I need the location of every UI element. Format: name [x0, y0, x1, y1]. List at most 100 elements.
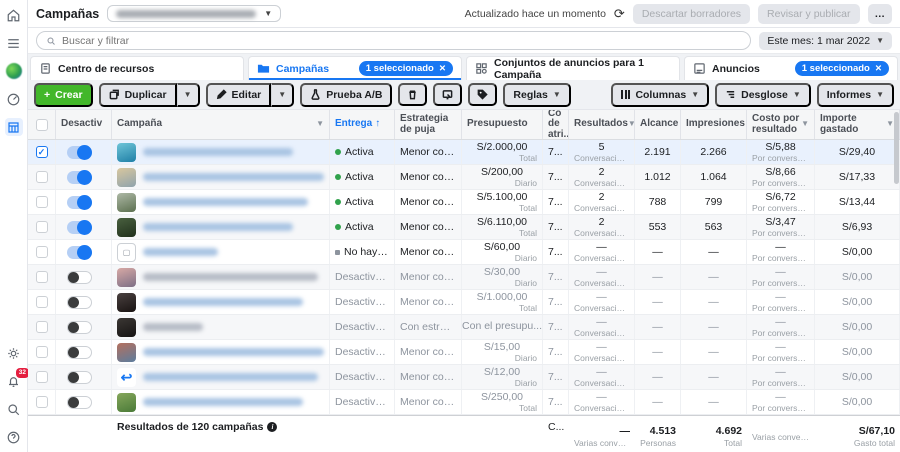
- home-icon[interactable]: [5, 6, 23, 24]
- duplicate-dropdown[interactable]: ▼: [176, 82, 200, 107]
- header-amount-spent[interactable]: Importe gastado ▼: [815, 110, 900, 139]
- campaign-toggle[interactable]: [67, 320, 92, 334]
- campaign-cell[interactable]: [112, 165, 330, 189]
- clear-selection-icon[interactable]: ✕: [875, 63, 882, 74]
- campaign-cell[interactable]: ▢: [112, 240, 330, 264]
- campaign-cell[interactable]: [112, 265, 330, 289]
- table-row[interactable]: ▢ No hay anuncios Menor costo S/60,00Dia…: [28, 240, 900, 265]
- header-campaign[interactable]: Campaña ▼: [112, 110, 330, 139]
- scrollbar-thumb[interactable]: [894, 112, 899, 184]
- breakdown-button[interactable]: Desglose ▼: [715, 82, 811, 107]
- info-icon[interactable]: i: [267, 422, 278, 432]
- table-row[interactable]: Activa Menor costo S/6.110,00 Total 7... …: [28, 215, 900, 240]
- table-row[interactable]: Desactivado Con estrategia ... Con el pr…: [28, 315, 900, 340]
- campaign-cell[interactable]: [112, 315, 330, 339]
- row-checkbox[interactable]: [35, 396, 48, 408]
- edit-dropdown[interactable]: ▼: [271, 82, 295, 107]
- header-reach[interactable]: Alcance▼: [635, 110, 681, 139]
- edit-button[interactable]: Editar: [205, 82, 272, 107]
- campaign-toggle[interactable]: [67, 395, 92, 409]
- columns-button[interactable]: Columnas ▼: [611, 82, 710, 107]
- row-checkbox[interactable]: [35, 371, 48, 383]
- campaign-toggle[interactable]: [67, 295, 92, 309]
- more-options-button[interactable]: …: [867, 3, 892, 24]
- header-budget[interactable]: Presupuesto: [462, 110, 543, 139]
- create-button[interactable]: + Crear: [34, 82, 93, 107]
- tab-campaigns[interactable]: Campañas 1 seleccionado ✕: [248, 56, 462, 80]
- campaign-cell[interactable]: [112, 140, 330, 164]
- search-rail-icon[interactable]: [5, 400, 23, 418]
- row-checkbox[interactable]: [35, 246, 48, 258]
- header-toggle[interactable]: Desactiv: [56, 110, 112, 139]
- clear-selection-icon[interactable]: ✕: [439, 63, 446, 74]
- campaign-toggle[interactable]: [67, 144, 92, 160]
- header-cost-per-result[interactable]: Costo por resultado ▼: [747, 110, 815, 139]
- row-checkbox[interactable]: [35, 196, 48, 208]
- table-row[interactable]: Activa Menor costo S/5.100,00 Total 7... …: [28, 190, 900, 215]
- menu-icon[interactable]: [5, 34, 23, 52]
- header-results[interactable]: Resultados▼: [569, 110, 635, 139]
- campaign-toggle[interactable]: [67, 169, 92, 185]
- preview-button[interactable]: [433, 83, 463, 106]
- select-all-checkbox[interactable]: [35, 118, 48, 131]
- rules-button[interactable]: Reglas ▼: [503, 82, 571, 107]
- header-impressions[interactable]: Impresiones▼: [681, 110, 747, 139]
- table-row[interactable]: Activa Menor costo S/200,00 Diario 7... 2…: [28, 165, 900, 190]
- account-selector[interactable]: ▼: [107, 5, 282, 22]
- search-filter-box[interactable]: [36, 31, 752, 50]
- row-checkbox[interactable]: [35, 171, 48, 183]
- tab-ad-sets[interactable]: Conjuntos de anuncios para 1 Campaña: [466, 56, 680, 81]
- campaign-thumbnail: [117, 267, 136, 287]
- table-row[interactable]: ✓ Activa Menor costo S/2.000,00 Total 7..…: [28, 140, 900, 165]
- header-bid-strategy[interactable]: Estrategia de puja: [395, 110, 462, 139]
- campaign-cell[interactable]: [112, 290, 330, 314]
- help-icon[interactable]: [5, 428, 23, 446]
- table-row[interactable]: Desactivado Menor costo S/15,00 Diario 7.…: [28, 340, 900, 365]
- row-checkbox[interactable]: ✓: [35, 146, 48, 158]
- tab-resource-center[interactable]: Centro de recursos: [30, 56, 244, 80]
- tab-ads[interactable]: Anuncios 1 seleccionado ✕: [684, 56, 898, 80]
- campaign-cell[interactable]: [112, 190, 330, 214]
- row-checkbox[interactable]: [35, 221, 48, 233]
- row-checkbox[interactable]: [35, 346, 48, 358]
- campaign-toggle[interactable]: [67, 345, 92, 359]
- refresh-icon[interactable]: ⟳: [614, 6, 625, 22]
- ab-test-button[interactable]: Prueba A/B: [300, 82, 393, 107]
- date-range-selector[interactable]: Este mes: 1 mar 2022 ▼: [759, 31, 892, 50]
- campaign-cell[interactable]: [112, 215, 330, 239]
- dashboard-gauge-icon[interactable]: [5, 90, 23, 108]
- campaign-toggle[interactable]: [67, 270, 92, 284]
- ads-manager-table-icon[interactable]: [4, 118, 23, 136]
- campaign-thumbnail: ↩: [117, 367, 136, 387]
- settings-gear-icon[interactable]: [5, 344, 23, 362]
- duplicate-button[interactable]: Duplicar: [98, 82, 177, 107]
- review-publish-button[interactable]: Revisar y publicar: [758, 3, 860, 24]
- header-select-all[interactable]: [28, 110, 56, 139]
- campaign-cell[interactable]: [112, 340, 330, 364]
- tag-button[interactable]: [468, 83, 498, 106]
- row-checkbox[interactable]: [35, 271, 48, 283]
- table-row[interactable]: Desactivado Menor costo S/250,00 Total 7.…: [28, 390, 900, 415]
- discard-drafts-button[interactable]: Descartar borradores: [632, 3, 751, 24]
- campaign-cell[interactable]: ↩: [112, 365, 330, 389]
- campaign-toggle[interactable]: [67, 244, 92, 260]
- row-checkbox[interactable]: [35, 321, 48, 333]
- selected-count-badge[interactable]: 1 seleccionado ✕: [794, 61, 889, 76]
- header-attribution[interactable]: Co de atri...: [543, 110, 569, 139]
- table-row[interactable]: ↩ Desactivado Menor costo S/12,00 Diario …: [28, 365, 900, 390]
- campaign-toggle[interactable]: [67, 370, 92, 384]
- reports-button[interactable]: Informes ▼: [816, 82, 894, 107]
- campaign-cell[interactable]: [112, 390, 330, 414]
- row-checkbox[interactable]: [35, 296, 48, 308]
- table-row[interactable]: Desactivado Menor costo S/30,00 Diario 7.…: [28, 265, 900, 290]
- search-input[interactable]: [62, 34, 742, 47]
- table-row[interactable]: Desactivado Menor costo S/1.000,00 Total …: [28, 290, 900, 315]
- selected-count-badge[interactable]: 1 seleccionado ✕: [358, 61, 453, 76]
- campaign-toggle[interactable]: [67, 194, 92, 210]
- business-logo[interactable]: [5, 62, 23, 80]
- campaign-toggle[interactable]: [67, 219, 92, 235]
- delete-button[interactable]: [398, 83, 428, 106]
- header-delivery[interactable]: Entrega ↑: [330, 110, 395, 139]
- vertical-scrollbar[interactable]: [893, 110, 899, 414]
- notifications-bell-icon[interactable]: 32: [5, 368, 29, 390]
